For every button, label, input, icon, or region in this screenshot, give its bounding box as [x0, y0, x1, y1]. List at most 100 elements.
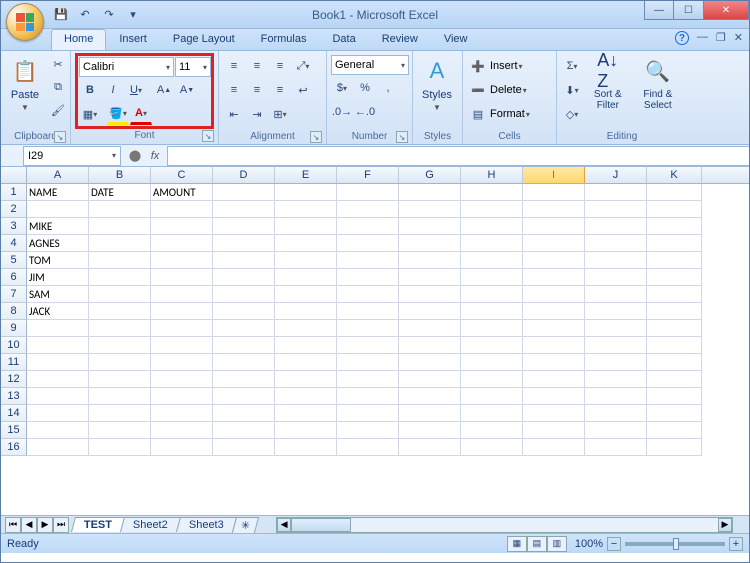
qat-customize-icon[interactable]: ▾: [123, 5, 143, 25]
delete-cells-button[interactable]: ➖Delete▾: [467, 79, 527, 101]
cell[interactable]: [275, 371, 337, 388]
row-header[interactable]: 14: [1, 405, 27, 422]
sort-filter-button[interactable]: A↓Z Sort & Filter: [585, 53, 631, 113]
scroll-right-button[interactable]: ▶: [718, 518, 732, 532]
cell[interactable]: [585, 320, 647, 337]
row-header[interactable]: 5: [1, 252, 27, 269]
cell[interactable]: MIKE: [27, 218, 89, 235]
font-launcher-icon[interactable]: ↘: [202, 130, 214, 142]
cell[interactable]: [275, 303, 337, 320]
row-header[interactable]: 12: [1, 371, 27, 388]
cell[interactable]: [399, 286, 461, 303]
cell[interactable]: [337, 371, 399, 388]
cell[interactable]: [151, 252, 213, 269]
cell[interactable]: [151, 235, 213, 252]
page-break-view-button[interactable]: ▥: [547, 536, 567, 552]
cell[interactable]: [647, 371, 702, 388]
help-icon[interactable]: ?: [675, 31, 689, 45]
cell[interactable]: [27, 354, 89, 371]
cell[interactable]: [213, 235, 275, 252]
office-button[interactable]: [6, 3, 44, 41]
cell[interactable]: [89, 405, 151, 422]
close-workbook-icon[interactable]: ✕: [734, 31, 743, 45]
cell[interactable]: [647, 320, 702, 337]
redo-button[interactable]: ↷: [99, 5, 119, 25]
row-header[interactable]: 3: [1, 218, 27, 235]
cell[interactable]: [213, 388, 275, 405]
cell[interactable]: [399, 405, 461, 422]
alignment-launcher-icon[interactable]: ↘: [310, 131, 322, 143]
grow-font-button[interactable]: A▲: [153, 79, 175, 101]
cell[interactable]: [213, 303, 275, 320]
cell[interactable]: [461, 388, 523, 405]
col-header-e[interactable]: E: [275, 167, 337, 183]
sheet-nav-prev[interactable]: ◀: [21, 517, 37, 533]
cell[interactable]: [647, 337, 702, 354]
font-name-combo[interactable]: Calibri▾: [79, 57, 174, 77]
cut-button[interactable]: ✂: [47, 53, 69, 75]
maximize-button[interactable]: ☐: [674, 1, 704, 20]
fill-color-button[interactable]: 🪣▾: [107, 103, 129, 125]
cell[interactable]: [523, 320, 585, 337]
cell[interactable]: [523, 388, 585, 405]
cell[interactable]: [523, 252, 585, 269]
borders-button[interactable]: ▦▾: [79, 103, 101, 125]
cell[interactable]: [151, 320, 213, 337]
cell[interactable]: [337, 184, 399, 201]
cell[interactable]: [89, 422, 151, 439]
cell[interactable]: [461, 269, 523, 286]
row-header[interactable]: 1: [1, 184, 27, 201]
cell[interactable]: [89, 439, 151, 456]
cell[interactable]: [337, 235, 399, 252]
cell[interactable]: JIM: [27, 269, 89, 286]
copy-button[interactable]: ⧉: [47, 76, 69, 98]
cell[interactable]: [461, 405, 523, 422]
align-left-button[interactable]: ≡: [223, 79, 245, 101]
restore-window-icon[interactable]: ❐: [716, 31, 726, 45]
cell[interactable]: [275, 184, 337, 201]
cell[interactable]: [89, 388, 151, 405]
cell[interactable]: JACK: [27, 303, 89, 320]
cell[interactable]: [523, 337, 585, 354]
cell[interactable]: [461, 303, 523, 320]
cell[interactable]: [585, 405, 647, 422]
cell[interactable]: [275, 337, 337, 354]
align-right-button[interactable]: ≡: [269, 79, 291, 101]
cell[interactable]: [213, 201, 275, 218]
wrap-text-button[interactable]: ↩: [292, 79, 314, 101]
cell[interactable]: [275, 286, 337, 303]
cell[interactable]: [585, 388, 647, 405]
fx-icon[interactable]: fx: [145, 150, 165, 162]
worksheet-grid[interactable]: A B C D E F G H I J K 1NAMEDATEAMOUNT23M…: [1, 167, 749, 515]
cell[interactable]: [337, 286, 399, 303]
cell[interactable]: [399, 218, 461, 235]
cell[interactable]: [151, 218, 213, 235]
col-header-g[interactable]: G: [399, 167, 461, 183]
cell[interactable]: [585, 269, 647, 286]
cell[interactable]: [585, 337, 647, 354]
cell[interactable]: [89, 320, 151, 337]
insert-cells-button[interactable]: ➕Insert▾: [467, 55, 523, 77]
cell[interactable]: [213, 269, 275, 286]
cell[interactable]: [275, 252, 337, 269]
tab-page-layout[interactable]: Page Layout: [160, 29, 248, 50]
cell[interactable]: [213, 184, 275, 201]
cell[interactable]: [399, 354, 461, 371]
cell[interactable]: [275, 218, 337, 235]
font-color-button[interactable]: A▾: [130, 103, 152, 125]
percent-format-button[interactable]: %: [354, 77, 376, 99]
row-header[interactable]: 15: [1, 422, 27, 439]
clipboard-launcher-icon[interactable]: ↘: [54, 131, 66, 143]
decrease-decimal-button[interactable]: ←.0: [354, 101, 376, 123]
orientation-button[interactable]: ⤢▾: [292, 55, 314, 77]
cell[interactable]: [275, 439, 337, 456]
cell[interactable]: [585, 439, 647, 456]
decrease-indent-button[interactable]: ⇤: [223, 103, 245, 125]
align-center-button[interactable]: ≡: [246, 79, 268, 101]
increase-decimal-button[interactable]: .0→: [331, 101, 353, 123]
cell[interactable]: [523, 201, 585, 218]
cell[interactable]: [461, 286, 523, 303]
cell[interactable]: [461, 201, 523, 218]
row-header[interactable]: 7: [1, 286, 27, 303]
cell[interactable]: [647, 252, 702, 269]
